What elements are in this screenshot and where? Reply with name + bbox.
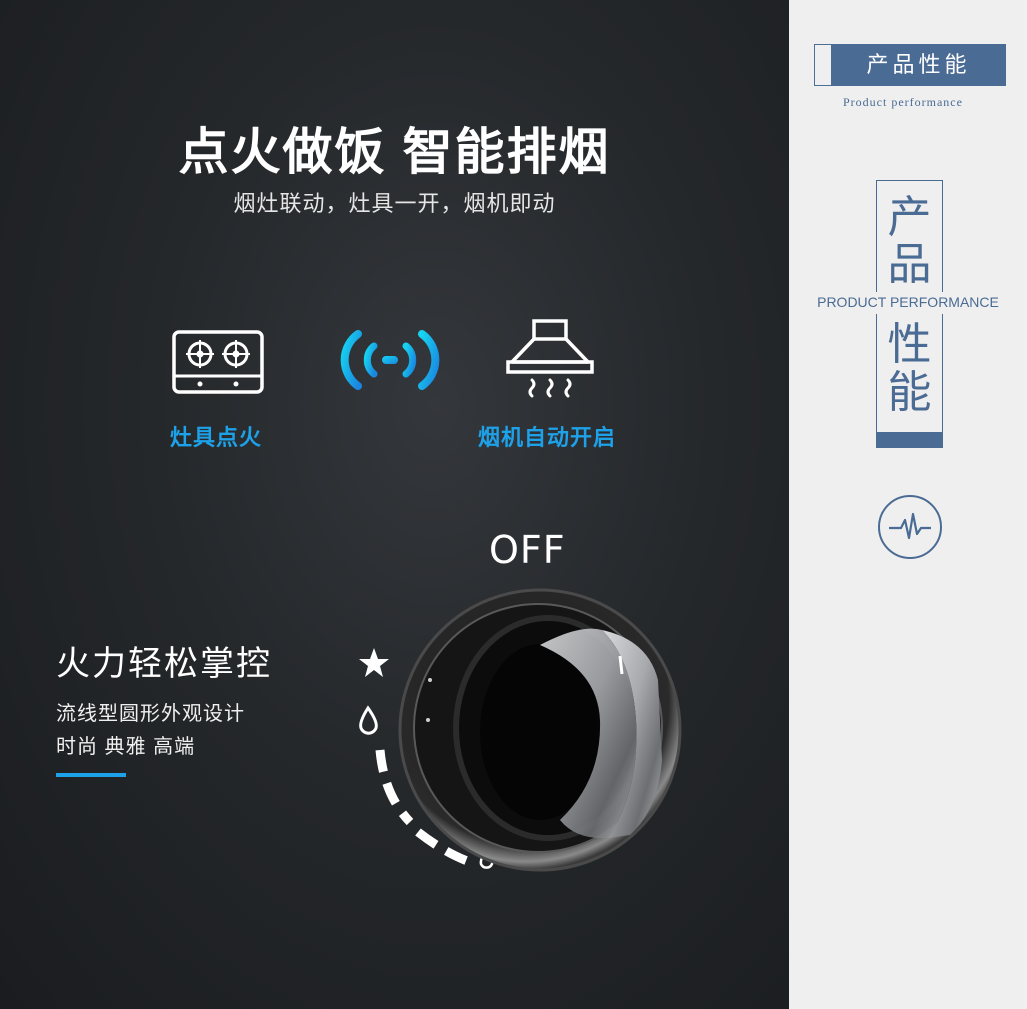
- section-title-box: 产品性能: [814, 44, 1006, 86]
- wireless-signal-icon: [340, 330, 440, 390]
- pulse-icon: [878, 495, 942, 559]
- headline: 点火做饭 智能排烟: [178, 124, 611, 180]
- section-title: 产品性能: [831, 44, 1006, 86]
- hood-auto-start-label: 烟机自动开启: [478, 425, 617, 450]
- accent-underline: [56, 773, 126, 777]
- fire-control-title: 火力轻松掌控: [56, 645, 272, 683]
- control-knob-icon[interactable]: [340, 560, 700, 890]
- subheadline: 烟灶联动，灶具一开，烟机即动: [233, 191, 556, 216]
- range-hood-icon: [506, 319, 594, 398]
- sidebar: 产品性能 Product performance 产 品 性 能 PRODUCT…: [789, 0, 1027, 1009]
- section-subtitle: Product performance: [843, 95, 963, 109]
- main-panel: 点火做饭 智能排烟 烟灶联动，灶具一开，烟机即动 灶具点火 烟机自动开启 火力轻…: [0, 0, 789, 1009]
- fire-description-line1: 流线型圆形外观设计: [56, 703, 245, 725]
- vertical-english-label: PRODUCT PERFORMANCE: [817, 294, 999, 310]
- vertical-char: 产: [887, 192, 932, 243]
- gas-stove-icon: [172, 330, 264, 394]
- vertical-char: 能: [887, 367, 932, 418]
- fire-description-line2: 时尚 典雅 高端: [56, 736, 196, 758]
- stove-ignition-label: 灶具点火: [170, 425, 263, 450]
- vertical-char: 性: [887, 319, 932, 370]
- vertical-char: 品: [887, 239, 932, 290]
